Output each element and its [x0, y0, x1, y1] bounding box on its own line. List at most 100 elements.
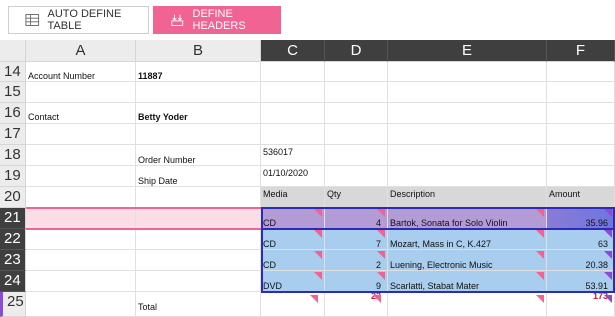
column-header-d[interactable]: D: [325, 40, 388, 62]
cell-d19[interactable]: [325, 166, 388, 187]
cell-a19[interactable]: [26, 166, 136, 187]
cell-b21[interactable]: [136, 208, 261, 229]
cell-a16[interactable]: Contact: [26, 103, 136, 124]
cell-marker-icon: [314, 251, 322, 259]
cell-d17[interactable]: [325, 124, 388, 145]
table-row-3-media[interactable]: CD: [261, 250, 325, 271]
cell-a23[interactable]: [26, 250, 136, 271]
table-row-3-amount[interactable]: 20.38: [547, 250, 615, 271]
table-row-2-description[interactable]: Mozart, Mass in C, K.427: [388, 229, 547, 250]
table-row-4-qty[interactable]: 9: [325, 271, 388, 292]
cell-a14[interactable]: Account Number: [26, 62, 136, 82]
row-header-19[interactable]: 19: [0, 166, 26, 187]
row-header-23[interactable]: 23: [0, 250, 26, 271]
table-row-1-qty[interactable]: 4: [325, 208, 388, 229]
cell-d15[interactable]: [325, 82, 388, 103]
cell-f16[interactable]: [547, 103, 615, 124]
column-header-a[interactable]: A: [26, 40, 136, 62]
cell-b22[interactable]: [136, 229, 261, 250]
cell-c19[interactable]: 01/10/2020: [261, 166, 325, 187]
cell-a20[interactable]: [26, 187, 136, 208]
cell-c25[interactable]: [261, 292, 325, 317]
table-row-2-media[interactable]: CD: [261, 229, 325, 250]
cell-c17[interactable]: [261, 124, 325, 145]
cell-f19[interactable]: [547, 166, 615, 187]
cell-a25[interactable]: [26, 292, 136, 317]
cell-f18[interactable]: [547, 145, 615, 166]
cell-marker-icon: [377, 230, 385, 238]
cell-a22[interactable]: [26, 229, 136, 250]
cell-text: 4: [375, 218, 381, 228]
cell-b19[interactable]: Ship Date: [136, 166, 261, 187]
table-row-2-amount[interactable]: 63: [547, 229, 615, 250]
column-header-f[interactable]: F: [547, 40, 615, 62]
row-header-20[interactable]: 20: [0, 187, 26, 208]
cell-c18[interactable]: 536017: [261, 145, 325, 166]
table-header-amount[interactable]: Amount: [547, 187, 615, 208]
cell-marker-icon: [373, 295, 381, 303]
table-row-3-description[interactable]: Luening, Electronic Music: [388, 250, 547, 271]
row-header-21[interactable]: 21: [0, 208, 26, 229]
cell-b14[interactable]: 11887: [136, 62, 261, 82]
cell-e19[interactable]: [388, 166, 547, 187]
auto-define-table-button[interactable]: AUTO DEFINE TABLE: [8, 6, 149, 34]
cell-f17[interactable]: [547, 124, 615, 145]
cell-c16[interactable]: [261, 103, 325, 124]
row-header-24[interactable]: 24: [0, 271, 26, 292]
cell-d18[interactable]: [325, 145, 388, 166]
cell-a24[interactable]: [26, 271, 136, 292]
table-row-2-qty[interactable]: 7: [325, 229, 388, 250]
cell-text: DVD: [263, 281, 283, 291]
cell-a17[interactable]: [26, 124, 136, 145]
row-header-22[interactable]: 22: [0, 229, 26, 250]
row-header-17[interactable]: 17: [0, 124, 26, 145]
table-row-4-media[interactable]: DVD: [261, 271, 325, 292]
row-header-18[interactable]: 18: [0, 145, 26, 166]
cell-a15[interactable]: [26, 82, 136, 103]
table-row-1-description[interactable]: Bartok, Sonata for Solo Violin: [388, 208, 547, 229]
cell-e14[interactable]: [388, 62, 547, 82]
cell-e17[interactable]: [388, 124, 547, 145]
cell-b20[interactable]: [136, 187, 261, 208]
cell-b25[interactable]: Total: [136, 292, 261, 317]
define-headers-button[interactable]: DEFINE HEADERS: [153, 6, 281, 34]
cell-b23[interactable]: [136, 250, 261, 271]
total-qty-cell[interactable]: 22: [325, 292, 388, 317]
cell-f15[interactable]: [547, 82, 615, 103]
cell-text: 9: [375, 281, 381, 291]
cell-b18[interactable]: Order Number: [136, 145, 261, 166]
table-header-description[interactable]: Description: [388, 187, 547, 208]
cell-marker-icon: [536, 230, 544, 238]
table-row-4-description[interactable]: Scarlatti, Stabat Mater: [388, 271, 547, 292]
cell-b17[interactable]: [136, 124, 261, 145]
row-header-14[interactable]: 14: [0, 62, 26, 82]
cell-e25[interactable]: [388, 292, 547, 317]
row-header-25[interactable]: 25: [0, 292, 26, 317]
total-amount-cell[interactable]: 173: [547, 292, 615, 317]
cell-a21[interactable]: [26, 208, 136, 229]
column-header-c[interactable]: C: [261, 40, 325, 62]
cell-b24[interactable]: [136, 271, 261, 292]
cell-c15[interactable]: [261, 82, 325, 103]
table-row-1-amount[interactable]: 35.96: [547, 208, 615, 229]
column-header-b[interactable]: B: [136, 40, 261, 62]
table-row-4-amount[interactable]: 53.91: [547, 271, 615, 292]
cell-e15[interactable]: [388, 82, 547, 103]
row-header-15[interactable]: 15: [0, 82, 26, 103]
cell-b16[interactable]: Betty Yoder: [136, 103, 261, 124]
select-all-corner[interactable]: [0, 40, 26, 62]
cell-d14[interactable]: [325, 62, 388, 82]
cell-a18[interactable]: [26, 145, 136, 166]
cell-c14[interactable]: [261, 62, 325, 82]
table-row-1-media[interactable]: CD: [261, 208, 325, 229]
table-header-media[interactable]: Media: [261, 187, 325, 208]
column-header-e[interactable]: E: [388, 40, 547, 62]
cell-d16[interactable]: [325, 103, 388, 124]
row-header-16[interactable]: 16: [0, 103, 26, 124]
cell-b15[interactable]: [136, 82, 261, 103]
cell-e16[interactable]: [388, 103, 547, 124]
cell-f14[interactable]: [547, 62, 615, 82]
cell-e18[interactable]: [388, 145, 547, 166]
table-header-qty[interactable]: Qty: [325, 187, 388, 208]
table-row-3-qty[interactable]: 2: [325, 250, 388, 271]
